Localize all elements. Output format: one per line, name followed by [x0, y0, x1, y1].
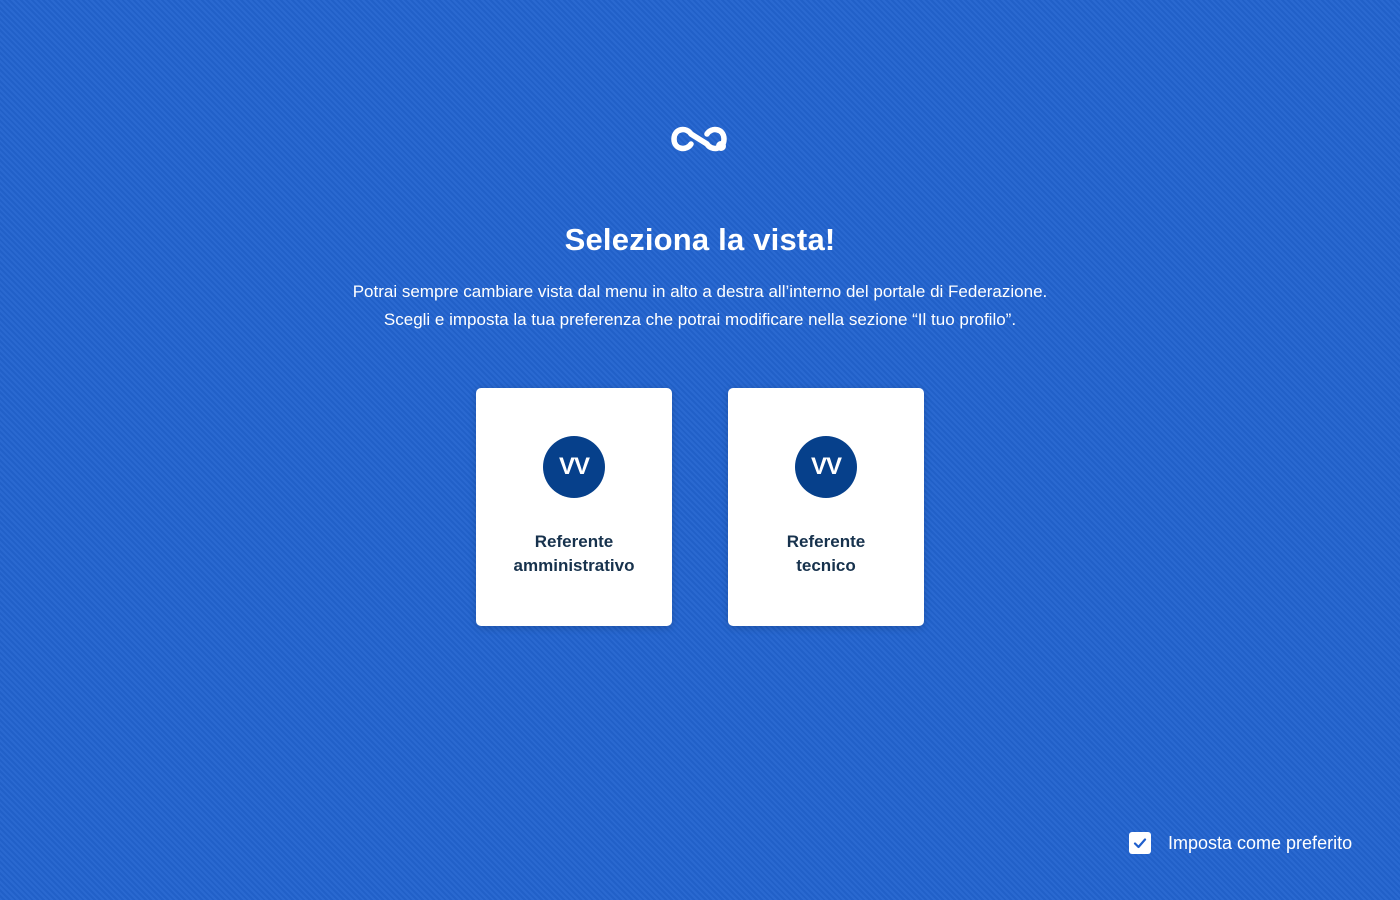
card-label-line-1: Referente	[786, 532, 866, 551]
view-card-referente-tecnico[interactable]: VV Referente tecnico	[728, 388, 924, 626]
card-label-line-2: amministrativo	[513, 556, 635, 575]
page-title: Seleziona la vista!	[564, 222, 836, 257]
avatar: VV	[795, 436, 857, 498]
card-label-line-1: Referente	[534, 532, 614, 551]
check-icon	[1133, 838, 1147, 849]
card-label: Referente amministrativo	[476, 530, 672, 578]
subtitle-line-1: Potrai sempre cambiare vista dal menu in…	[352, 282, 1048, 301]
card-label: Referente tecnico	[728, 530, 924, 578]
subtitle-line-2: Scegli e imposta la tua preferenza che p…	[383, 310, 1017, 329]
avatar: VV	[543, 436, 605, 498]
page-subtitle: Potrai sempre cambiare vista dal menu in…	[0, 278, 1400, 334]
set-as-favorite-option[interactable]: Imposta come preferito	[1129, 830, 1352, 856]
federation-logo-icon	[671, 126, 727, 152]
favorite-checkbox[interactable]	[1129, 832, 1151, 854]
view-card-referente-amministrativo[interactable]: VV Referente amministrativo	[476, 388, 672, 626]
card-label-line-2: tecnico	[796, 556, 856, 575]
favorite-label: Imposta come preferito	[1168, 832, 1353, 853]
